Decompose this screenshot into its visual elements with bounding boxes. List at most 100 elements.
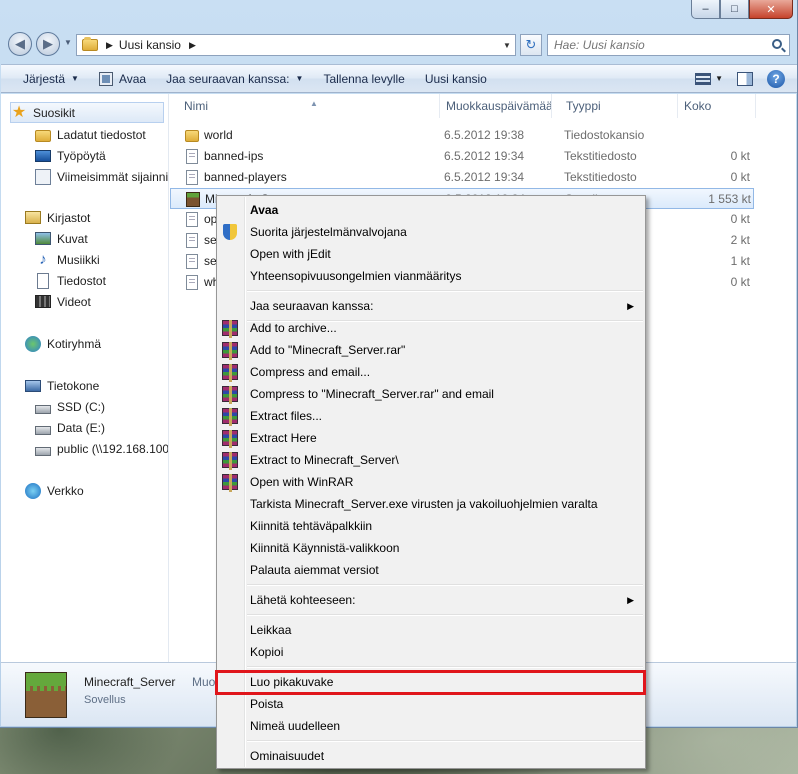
search-input[interactable]: [554, 38, 764, 52]
menu-item-compress-rar-email[interactable]: Compress to "Minecraft_Server.rar" and e…: [219, 383, 643, 405]
menu-item-virus-scan[interactable]: Tarkista Minecraft_Server.exe virusten j…: [219, 493, 643, 515]
sidebar-item-network[interactable]: Verkko: [1, 480, 168, 501]
menu-item-open[interactable]: Avaa: [219, 199, 643, 221]
menu-item-rename[interactable]: Nimeä uudelleen: [219, 715, 643, 737]
text-file-icon: [186, 212, 198, 227]
sidebar-item-label: Työpöytä: [57, 148, 106, 163]
documents-icon: [37, 272, 49, 289]
menu-item-add-archive[interactable]: Add to archive...: [219, 317, 643, 339]
chevron-down-icon[interactable]: ▼: [715, 74, 723, 83]
network-icon: [25, 482, 41, 499]
refresh-button[interactable]: ↻: [520, 34, 542, 56]
sidebar-item-label: Viimeisimmät sijainnit: [57, 169, 169, 184]
sidebar-item-drive-e[interactable]: Data (E:): [1, 417, 168, 438]
file-name: world: [204, 128, 233, 142]
desktop-icon: [35, 149, 51, 162]
burn-button[interactable]: Tallenna levylle: [313, 65, 414, 92]
search-icon[interactable]: [772, 39, 782, 49]
menu-item-open-jedit[interactable]: Open with jEdit: [219, 243, 643, 265]
sidebar-item-downloads[interactable]: Ladatut tiedostot: [1, 124, 168, 145]
open-app-icon: [98, 71, 113, 86]
close-button[interactable]: ✕: [749, 0, 793, 19]
maximize-button[interactable]: □: [720, 0, 749, 19]
sidebar-item-libraries[interactable]: Kirjastot: [1, 207, 168, 228]
caption-buttons: – □ ✕: [691, 0, 793, 19]
open-button[interactable]: Avaa: [89, 65, 156, 92]
menu-item-label: Compress to "Minecraft_Server.rar" and e…: [250, 387, 494, 401]
column-header-date[interactable]: Muokkauspäivämäärä: [440, 94, 552, 118]
sidebar-item-label: Kotiryhmä: [47, 336, 102, 351]
sidebar-item-label: Tiedostot: [57, 273, 106, 288]
menu-item-open-winrar[interactable]: Open with WinRAR: [219, 471, 643, 493]
sidebar-item-label: Kuvat: [57, 231, 88, 246]
minecraft-app-icon: [186, 192, 200, 207]
preview-pane-icon[interactable]: [737, 71, 753, 86]
sidebar-item-favorites[interactable]: ★ Suosikit: [10, 102, 164, 123]
sidebar-item-network-drive[interactable]: public (\\192.168.100: [1, 438, 168, 459]
file-row[interactable]: world 6.5.2012 19:38 Tiedostokansio: [170, 125, 754, 146]
sidebar-item-computer[interactable]: Tietokone: [1, 375, 168, 396]
menu-item-delete[interactable]: Poista: [219, 693, 643, 715]
column-header-size[interactable]: Koko: [678, 94, 756, 118]
sidebar-item-pictures[interactable]: Kuvat: [1, 228, 168, 249]
breadcrumb-arrow-icon[interactable]: ▶: [106, 40, 113, 51]
file-row[interactable]: banned-ips 6.5.2012 19:34 Tekstitiedosto…: [170, 146, 754, 167]
menu-item-properties[interactable]: Ominaisuudet: [219, 745, 643, 767]
new-folder-label: Uusi kansio: [424, 71, 487, 86]
menu-item-label: Lähetä kohteeseen:: [250, 593, 356, 607]
column-header-label: Muokkauspäivämäärä: [446, 99, 552, 113]
column-header-type[interactable]: Tyyppi: [560, 94, 678, 118]
menu-item-run-as-admin[interactable]: Suorita järjestelmänvalvojana: [219, 221, 643, 243]
winrar-icon: [222, 452, 238, 470]
menu-item-label: Extract files...: [250, 409, 323, 423]
share-button[interactable]: Jaa seuraavan kanssa: ▼: [156, 65, 313, 92]
menu-item-pin-taskbar[interactable]: Kiinnitä tehtäväpalkkiin: [219, 515, 643, 537]
sidebar-item-recent[interactable]: Viimeisimmät sijainnit: [1, 166, 169, 187]
menu-item-create-shortcut[interactable]: Luo pikakuvake: [219, 671, 643, 693]
sidebar-item-desktop[interactable]: Työpöytä: [1, 145, 168, 166]
menu-item-send-to[interactable]: Lähetä kohteeseen: ▶: [219, 589, 643, 611]
column-header-name[interactable]: Nimi ▲: [178, 94, 440, 118]
menu-item-extract-to[interactable]: Extract to Minecraft_Server\: [219, 449, 643, 471]
sidebar-item-videos[interactable]: Videot: [1, 291, 168, 312]
file-row[interactable]: banned-players 6.5.2012 19:34 Tekstitied…: [170, 167, 754, 188]
drive-icon: [35, 404, 51, 414]
homegroup-icon: [25, 335, 41, 352]
sidebar-item-label: Tietokone: [47, 378, 100, 393]
menu-item-restore-versions[interactable]: Palauta aiemmat versiot: [219, 559, 643, 581]
sidebar-item-label: Suosikit: [33, 105, 76, 120]
breadcrumb-arrow-icon[interactable]: ▶: [189, 40, 196, 51]
recent-pages-dropdown[interactable]: ▼: [64, 38, 72, 47]
organize-label: Järjestä: [23, 71, 66, 86]
menu-item-label: Open with WinRAR: [250, 475, 354, 489]
menu-item-troubleshoot[interactable]: Yhteensopivuusongelmien vianmääritys: [219, 265, 643, 287]
menu-item-extract-files[interactable]: Extract files...: [219, 405, 643, 427]
context-menu: Avaa Suorita järjestelmänvalvojana Open …: [216, 195, 646, 769]
sidebar-item-drive-c[interactable]: SSD (C:): [1, 396, 168, 417]
breadcrumb-current[interactable]: Uusi kansio: [119, 38, 181, 52]
winrar-icon: [222, 320, 238, 338]
menu-item-cut[interactable]: Leikkaa: [219, 619, 643, 641]
menu-item-share-with[interactable]: Jaa seuraavan kanssa: ▶: [219, 295, 643, 317]
address-bar[interactable]: ▶ Uusi kansio ▶ ▼: [76, 34, 516, 56]
view-options-icon[interactable]: [695, 72, 712, 85]
search-box[interactable]: [547, 34, 790, 56]
address-dropdown-icon[interactable]: ▼: [499, 41, 515, 50]
back-button[interactable]: ◀: [8, 32, 32, 56]
help-icon[interactable]: ?: [767, 69, 785, 88]
menu-item-pin-start[interactable]: Kiinnitä Käynnistä-valikkoon: [219, 537, 643, 559]
menu-item-extract-here[interactable]: Extract Here: [219, 427, 643, 449]
forward-button[interactable]: ▶: [36, 32, 60, 56]
menu-item-compress-email[interactable]: Compress and email...: [219, 361, 643, 383]
organize-button[interactable]: Järjestä ▼: [1, 65, 89, 92]
menu-item-copy[interactable]: Kopioi: [219, 641, 643, 663]
sidebar-item-homegroup[interactable]: Kotiryhmä: [1, 333, 168, 354]
sidebar-item-documents[interactable]: Tiedostot: [1, 270, 168, 291]
file-size: 1 553 kt: [708, 192, 751, 206]
menu-item-add-rar[interactable]: Add to "Minecraft_Server.rar": [219, 339, 643, 361]
sidebar-item-music[interactable]: ♪ Musiikki: [1, 249, 168, 270]
new-folder-button[interactable]: Uusi kansio: [415, 65, 497, 92]
minimize-button[interactable]: –: [691, 0, 720, 19]
file-size: 0 kt: [730, 170, 750, 184]
winrar-icon: [222, 408, 238, 426]
